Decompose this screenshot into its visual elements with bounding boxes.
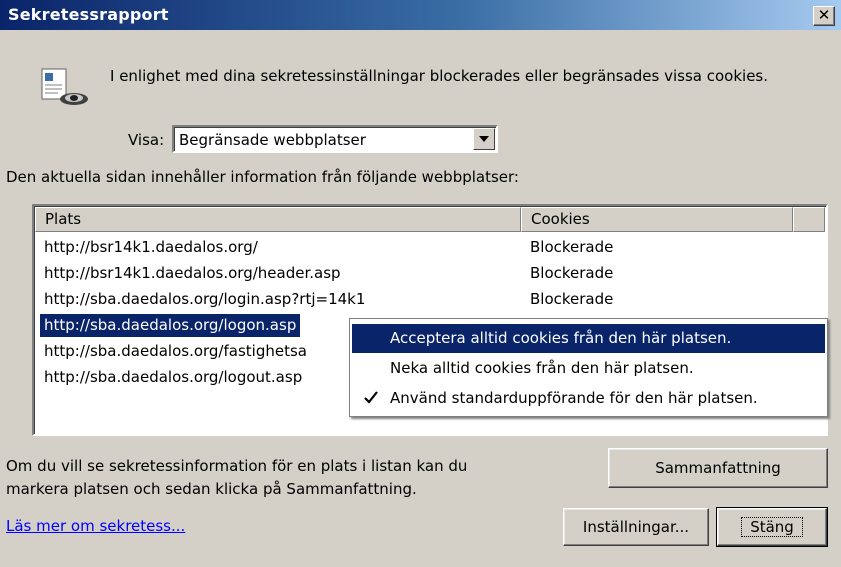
menu-item-accept-always[interactable]: Acceptera alltid cookies från den här pl… bbox=[352, 324, 825, 353]
table-row[interactable]: http://bsr14k1.daedalos.org/header.asp B… bbox=[35, 262, 825, 285]
summary-button[interactable]: Sammanfattning bbox=[608, 448, 828, 488]
checkmark-icon bbox=[364, 391, 378, 404]
summary-info-line-1: Om du vill se sekretessinformation för e… bbox=[6, 457, 468, 475]
row-cookies: Blockerade bbox=[530, 264, 614, 282]
filter-selected-value: Begränsade webbplatser bbox=[179, 131, 366, 149]
window-title: Sekretessrapport bbox=[8, 5, 169, 24]
sites-description: Den aktuella sidan innehåller informatio… bbox=[6, 168, 519, 186]
column-header-cookies[interactable]: Cookies bbox=[521, 207, 793, 232]
menu-item-use-default[interactable]: Använd standarduppförande för den här pl… bbox=[352, 384, 825, 413]
privacy-report-dialog: Sekretessrapport ✕ I enlighet med dina s… bbox=[0, 0, 841, 567]
row-url: http://bsr14k1.daedalos.org/header.asp bbox=[44, 264, 341, 282]
table-row[interactable]: http://bsr14k1.daedalos.org/ Blockerade bbox=[35, 236, 825, 259]
filter-select[interactable]: Begränsade webbplatser bbox=[172, 125, 498, 153]
filter-label: Visa: bbox=[128, 131, 165, 149]
title-bar[interactable]: Sekretessrapport ✕ bbox=[0, 0, 841, 30]
column-header-filler bbox=[793, 207, 825, 232]
menu-item-label: Använd standarduppförande för den här pl… bbox=[390, 389, 758, 407]
menu-item-block-always[interactable]: Neka alltid cookies från den här platsen… bbox=[352, 354, 825, 383]
list-header: Plats Cookies bbox=[35, 207, 825, 232]
summary-info-text: Om du vill se sekretessinformation för e… bbox=[6, 455, 467, 501]
privacy-report-icon bbox=[41, 68, 88, 105]
row-url: http://bsr14k1.daedalos.org/ bbox=[44, 238, 258, 256]
row-cookies: Blockerade bbox=[530, 290, 614, 308]
column-header-plats[interactable]: Plats bbox=[35, 207, 521, 232]
dropdown-arrow-icon[interactable] bbox=[473, 128, 495, 150]
privacy-info-link[interactable]: Läs mer om sekretess... bbox=[6, 517, 185, 535]
summary-info-line-2: markera platsen och sedan klicka på Samm… bbox=[6, 480, 417, 498]
settings-button[interactable]: Inställningar... bbox=[563, 508, 709, 546]
row-url: http://sba.daedalos.org/fastighetsa bbox=[44, 342, 307, 360]
table-row[interactable]: http://sba.daedalos.org/login.asp?rtj=14… bbox=[35, 288, 825, 311]
intro-text: I enlighet med dina sekretessinställning… bbox=[110, 67, 769, 85]
close-window-button[interactable]: ✕ bbox=[813, 6, 835, 26]
row-url: http://sba.daedalos.org/login.asp?rtj=14… bbox=[44, 290, 366, 308]
close-button-label: Stäng bbox=[741, 517, 803, 537]
menu-item-label: Acceptera alltid cookies från den här pl… bbox=[390, 329, 732, 347]
menu-item-label: Neka alltid cookies från den här platsen… bbox=[390, 359, 694, 377]
close-button[interactable]: Stäng bbox=[716, 507, 828, 547]
row-url: http://sba.daedalos.org/logon.asp bbox=[40, 314, 301, 337]
row-cookies: Blockerade bbox=[530, 238, 614, 256]
context-menu: Acceptera alltid cookies från den här pl… bbox=[349, 318, 828, 417]
row-url: http://sba.daedalos.org/logout.asp bbox=[44, 368, 303, 386]
